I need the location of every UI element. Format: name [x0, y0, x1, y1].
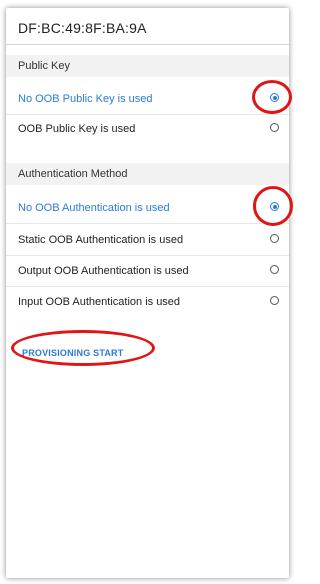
provisioning-start-label: PROVISIONING START	[22, 348, 124, 358]
option-label: Input OOB Authentication is used	[18, 296, 181, 308]
auth-option-no-oob[interactable]: No OOB Authentication is used	[6, 193, 289, 223]
radio-button[interactable]	[270, 296, 279, 305]
radio-button[interactable]	[270, 265, 279, 274]
option-label: OOB Public Key is used	[18, 123, 136, 135]
option-label: No OOB Public Key is used	[18, 93, 153, 105]
provisioning-screen: DF:BC:49:8F:BA:9A Public Key No OOB Publ…	[6, 8, 289, 578]
radio-button-checked[interactable]	[270, 93, 279, 102]
radio-button-checked[interactable]	[270, 202, 279, 211]
public-key-option-oob[interactable]: OOB Public Key is used	[6, 114, 289, 144]
provisioning-start-button[interactable]: PROVISIONING START	[12, 341, 142, 365]
divider	[6, 223, 289, 224]
auth-method-header-label: Authentication Method	[18, 168, 128, 180]
public-key-section-header: Public Key	[6, 55, 289, 77]
option-label: Output OOB Authentication is used	[18, 265, 189, 277]
auth-option-input-oob[interactable]: Input OOB Authentication is used	[6, 287, 289, 317]
auth-option-output-oob[interactable]: Output OOB Authentication is used	[6, 256, 289, 286]
option-label: No OOB Authentication is used	[18, 202, 170, 214]
device-address-title: DF:BC:49:8F:BA:9A	[18, 20, 147, 36]
public-key-header-label: Public Key	[18, 60, 70, 72]
auth-method-section-header: Authentication Method	[6, 163, 289, 185]
title-bar: DF:BC:49:8F:BA:9A	[6, 8, 289, 45]
option-label: Static OOB Authentication is used	[18, 234, 184, 246]
auth-option-static-oob[interactable]: Static OOB Authentication is used	[6, 225, 289, 255]
radio-button[interactable]	[270, 234, 279, 243]
radio-button[interactable]	[270, 123, 279, 132]
public-key-option-no-oob[interactable]: No OOB Public Key is used	[6, 84, 289, 114]
